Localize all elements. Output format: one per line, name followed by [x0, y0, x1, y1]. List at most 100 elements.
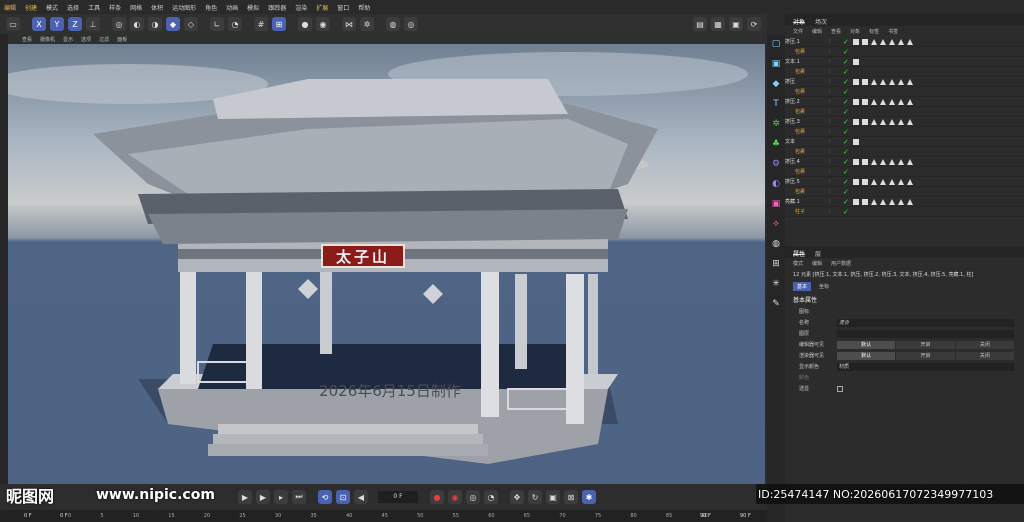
- enable-check-icon[interactable]: ✓: [843, 198, 853, 206]
- render-vis-default[interactable]: 默认: [837, 351, 896, 360]
- visibility-dots-icon[interactable]: ⁝: [829, 139, 843, 145]
- viewport-menu-item-1[interactable]: 摄像机: [40, 36, 55, 43]
- material-tag-icon[interactable]: [898, 178, 904, 185]
- target-icon[interactable]: ◉: [316, 17, 330, 31]
- object-row-child[interactable]: 包裹 ⁝ ✓: [785, 47, 1024, 57]
- display-color-dropdown[interactable]: 材质: [837, 362, 1014, 371]
- material-tag-icon[interactable]: [889, 78, 895, 85]
- object-row[interactable]: 挤压.1 ⁝ ✓: [785, 37, 1024, 47]
- menu-item-12[interactable]: 跟踪器: [268, 3, 286, 12]
- visibility-dots-icon[interactable]: ⁝: [829, 189, 843, 195]
- material-tag-icon[interactable]: [889, 178, 895, 185]
- material-tag-icon[interactable]: [907, 158, 913, 165]
- material-tag-icon[interactable]: [880, 78, 886, 85]
- material-tag-icon[interactable]: [907, 118, 913, 125]
- visibility-dots-icon[interactable]: ⁝: [829, 59, 843, 65]
- editor-vis-off[interactable]: 关闭: [955, 340, 1014, 349]
- texture-tag-icon[interactable]: [853, 78, 859, 85]
- record-icon[interactable]: ●: [430, 490, 444, 504]
- enable-check-icon[interactable]: ✓: [843, 188, 853, 196]
- enable-check-icon[interactable]: ✓: [843, 148, 853, 156]
- light-icon[interactable]: ✳: [769, 277, 783, 291]
- texture-tag-icon[interactable]: [862, 98, 868, 105]
- render-vis-on[interactable]: 开启: [896, 351, 955, 360]
- object-row-child[interactable]: 包裹 ⁝ ✓: [785, 127, 1024, 137]
- visibility-dots-icon[interactable]: ⁝: [829, 109, 843, 115]
- tab-objects[interactable]: 对象: [793, 17, 806, 26]
- object-row-child[interactable]: 包裹 ⁝ ✓: [785, 107, 1024, 117]
- material-tag-icon[interactable]: [898, 118, 904, 125]
- axis-y-toggle-icon[interactable]: Y: [50, 17, 64, 31]
- enable-check-icon[interactable]: ✓: [843, 68, 853, 76]
- material-tag-icon[interactable]: [898, 198, 904, 205]
- menu-view[interactable]: 查看: [831, 28, 841, 35]
- menu-item-14[interactable]: 扩展: [316, 3, 328, 12]
- texture-mode-icon[interactable]: ◆: [166, 17, 180, 31]
- object-row[interactable]: 挤压.4 ⁝ ✓: [785, 157, 1024, 167]
- material-tag-icon[interactable]: [871, 158, 877, 165]
- menu-mode[interactable]: 模式: [793, 260, 803, 267]
- material-tag-icon[interactable]: [907, 38, 913, 45]
- loop-icon[interactable]: ⟲: [318, 490, 332, 504]
- object-mode-icon[interactable]: ◑: [148, 17, 162, 31]
- end-frame-field-2[interactable]: 90 F: [740, 513, 751, 519]
- current-frame-field[interactable]: 0 F: [378, 491, 418, 503]
- material-tag-icon[interactable]: [898, 38, 904, 45]
- name-field[interactable]: 混合: [837, 318, 1014, 327]
- point-mode-icon[interactable]: ◇: [184, 17, 198, 31]
- tab-takes[interactable]: 场次: [815, 17, 827, 26]
- brush-icon[interactable]: ✎: [769, 297, 783, 311]
- menu-item-16[interactable]: 帮助: [358, 3, 370, 12]
- visibility-dots-icon[interactable]: ⁝: [829, 39, 843, 45]
- material-tag-icon[interactable]: [898, 98, 904, 105]
- texture-tag-icon[interactable]: [853, 178, 859, 185]
- sound-icon[interactable]: ◀: [354, 490, 368, 504]
- material-tag-icon[interactable]: [889, 158, 895, 165]
- menu-item-11[interactable]: 模拟: [247, 3, 259, 12]
- object-row[interactable]: 挤压.2 ⁝ ✓: [785, 97, 1024, 107]
- enable-check-icon[interactable]: ✓: [843, 138, 853, 146]
- play-button-icon[interactable]: ▶: [238, 490, 252, 504]
- object-row[interactable]: 挤压 ⁝ ✓: [785, 77, 1024, 87]
- menu-item-13[interactable]: 渲染: [295, 3, 307, 12]
- object-row-child[interactable]: 柱子 ⁝ ✓: [785, 207, 1024, 217]
- viewport-menu-item-5[interactable]: 面板: [117, 36, 127, 43]
- material-tag-icon[interactable]: [871, 78, 877, 85]
- symmetry-icon[interactable]: ⋈: [342, 17, 356, 31]
- render-to-viewer-icon[interactable]: ▦: [711, 17, 725, 31]
- enable-check-icon[interactable]: ✓: [843, 118, 853, 126]
- render-region-icon[interactable]: ◎: [112, 17, 126, 31]
- menu-item-5[interactable]: 样条: [109, 3, 121, 12]
- visibility-dots-icon[interactable]: ⁝: [829, 69, 843, 75]
- spline-icon[interactable]: ⟡: [769, 217, 783, 231]
- next-frame-icon[interactable]: ▶: [256, 490, 270, 504]
- object-row-child[interactable]: 包裹 ⁝ ✓: [785, 147, 1024, 157]
- material-tag-icon[interactable]: [880, 98, 886, 105]
- autokey-icon[interactable]: ◉: [448, 490, 462, 504]
- material-tag-icon[interactable]: [898, 158, 904, 165]
- tab-layers[interactable]: 层: [815, 249, 821, 258]
- material-tag-icon[interactable]: [907, 198, 913, 205]
- texture-tag-icon[interactable]: [853, 138, 859, 145]
- viewport-menu-item-4[interactable]: 过滤: [99, 36, 109, 43]
- enable-check-icon[interactable]: ✓: [843, 98, 853, 106]
- material-tag-icon[interactable]: [871, 98, 877, 105]
- key-position-icon[interactable]: ◔: [484, 490, 498, 504]
- menu-file[interactable]: 文件: [793, 28, 803, 35]
- xray-checkbox[interactable]: [837, 385, 843, 392]
- material-tag-icon[interactable]: [871, 198, 877, 205]
- material-tag-icon[interactable]: [880, 178, 886, 185]
- cloner-icon[interactable]: ♣: [769, 137, 783, 151]
- param-key-icon[interactable]: ⊠: [564, 490, 578, 504]
- camera-icon[interactable]: ▣: [769, 197, 783, 211]
- render-queue-icon[interactable]: ▣: [729, 17, 743, 31]
- enable-check-icon[interactable]: ✓: [843, 128, 853, 136]
- visibility-dots-icon[interactable]: ⁝: [829, 209, 843, 215]
- axis-x-toggle-icon[interactable]: X: [32, 17, 46, 31]
- deformer-icon[interactable]: ◐: [769, 177, 783, 191]
- visibility-dots-icon[interactable]: ⁝: [829, 129, 843, 135]
- layer-field[interactable]: [837, 329, 1014, 338]
- material-tag-icon[interactable]: [880, 198, 886, 205]
- quantize-icon[interactable]: ⊞: [272, 17, 286, 31]
- menu-item-4[interactable]: 工具: [88, 3, 100, 12]
